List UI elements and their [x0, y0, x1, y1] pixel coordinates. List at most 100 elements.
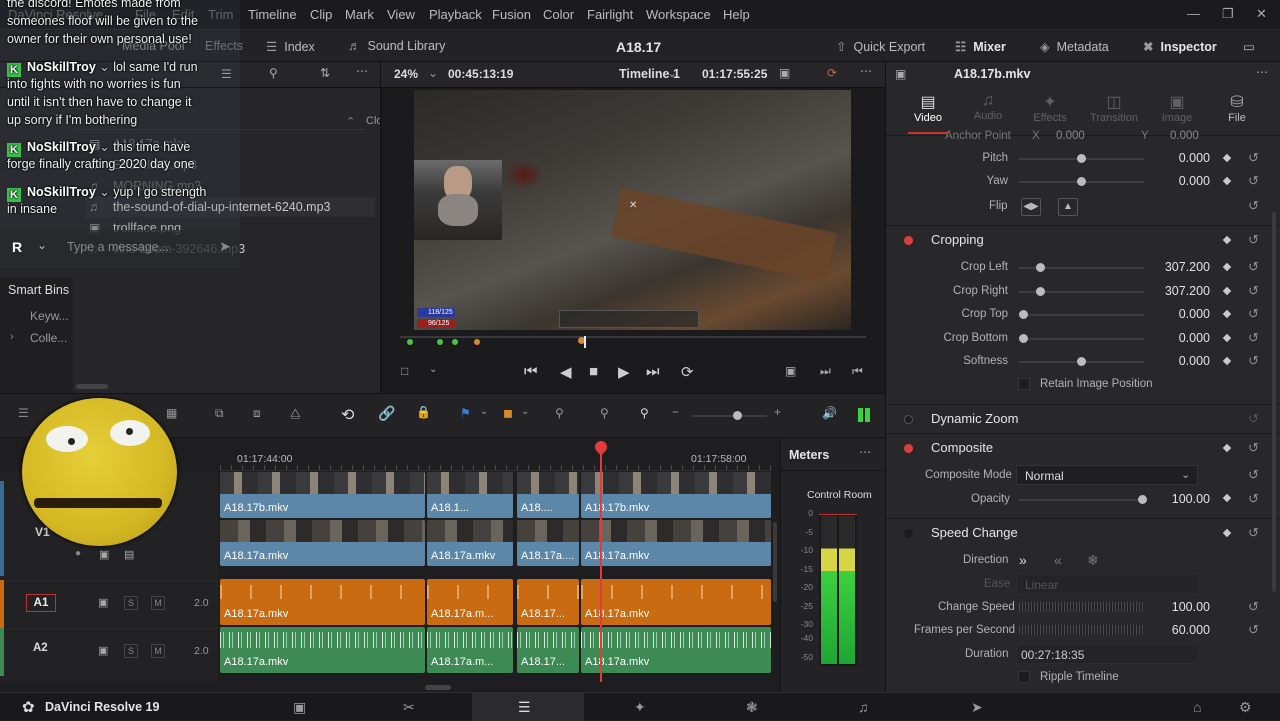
jump-start-icon[interactable]: ⏮: [524, 363, 538, 380]
home-icon[interactable]: ⌂: [1193, 699, 1201, 715]
fullscreen-icon[interactable]: ▭: [1243, 39, 1255, 54]
jump-end-icon[interactable]: ⏭: [646, 363, 660, 380]
flag-icon[interactable]: ⚑: [460, 406, 471, 420]
param-slider-knob[interactable]: [1077, 357, 1086, 366]
a1-clip[interactable]: A18.17...: [517, 579, 579, 625]
marker-icon[interactable]: ◼: [503, 406, 513, 420]
smart-bin-keywords[interactable]: Keyw...: [30, 309, 69, 323]
keyframe-icon[interactable]: [1222, 286, 1232, 295]
tab-audio[interactable]: ♫ Audio: [963, 92, 1013, 122]
change-speed-value[interactable]: 100.00: [1150, 600, 1210, 614]
v1-clip[interactable]: A18.17a.mkv: [581, 520, 771, 566]
v1-clip[interactable]: A18.17a....: [517, 520, 579, 566]
page-deliver-icon[interactable]: ➤: [971, 699, 983, 716]
speed-keyframe-icon[interactable]: [1222, 528, 1232, 538]
tab-file[interactable]: ⛁ File: [1212, 92, 1262, 124]
speed-change-enable-toggle[interactable]: [904, 529, 913, 538]
replace-clip-icon[interactable]: ⧈: [253, 406, 261, 421]
reset-icon[interactable]: ↺: [1248, 150, 1259, 166]
marker-green[interactable]: [407, 339, 413, 345]
reset-change-speed-icon[interactable]: ↺: [1248, 599, 1259, 615]
lock-icon[interactable]: 🔒: [416, 405, 431, 419]
param-value[interactable]: 307.200: [1150, 284, 1210, 298]
duration-field[interactable]: 00:27:18:35: [1016, 644, 1198, 664]
opacity-keyframe-icon[interactable]: [1222, 493, 1232, 503]
reset-opacity-icon[interactable]: ↺: [1248, 491, 1259, 507]
zoom-chevron-icon[interactable]: ⌄: [428, 66, 438, 80]
chat-username[interactable]: NoSkillTroy: [27, 140, 96, 154]
zoom-out-icon[interactable]: −: [672, 405, 679, 419]
overlay-chevron-icon[interactable]: ⌄: [429, 364, 437, 375]
a1-auto-select-icon[interactable]: ▣: [98, 596, 108, 609]
timeline-chevron-icon[interactable]: ⌄: [667, 66, 677, 80]
param-value[interactable]: 0.000: [1150, 354, 1210, 368]
page-fairlight-icon[interactable]: ♫: [858, 699, 869, 715]
timeline-ruler[interactable]: 01:17:44:00 01:17:58:00: [220, 439, 771, 471]
viewer-options-icon[interactable]: ⋯: [860, 64, 872, 78]
a1-clip[interactable]: A18.17a.mkv: [220, 579, 425, 625]
param-slider[interactable]: [1019, 310, 1144, 319]
a1-clip[interactable]: A18.17a.mkv: [581, 579, 771, 625]
fps-value[interactable]: 60.000: [1150, 623, 1210, 637]
anchor-x-value[interactable]: 0.000: [1056, 130, 1085, 142]
reverse-direction-icon[interactable]: «: [1054, 552, 1062, 568]
index-button[interactable]: ☰ Index: [266, 39, 315, 54]
minimize-icon[interactable]: —: [1187, 6, 1200, 21]
v1-clip[interactable]: A18.17a.mkv: [427, 520, 513, 566]
param-slider-knob[interactable]: [1036, 286, 1046, 296]
viewer-playhead[interactable]: [584, 336, 586, 348]
composite-mode-select[interactable]: Normal ⌄: [1016, 465, 1198, 485]
ease-select[interactable]: Linear: [1016, 574, 1198, 594]
timeline-hscroll-thumb[interactable]: [425, 685, 451, 690]
flip-vertical-icon[interactable]: ▲: [1058, 198, 1078, 216]
inspector-button[interactable]: ✖ Inspector: [1143, 39, 1217, 54]
scrollbar-thumb[interactable]: [76, 384, 108, 389]
zoom-detail-icon[interactable]: ⚲: [600, 406, 609, 420]
a2-clip[interactable]: A18.17a.mkv: [220, 627, 425, 673]
reset-flip-icon[interactable]: ↺: [1248, 198, 1259, 214]
keyframe-icon[interactable]: [1222, 176, 1232, 186]
zoom-in-icon[interactable]: +: [774, 405, 781, 419]
prev-edit-icon[interactable]: ⏮: [852, 364, 863, 379]
overwrite-clip-icon[interactable]: ⧉: [215, 406, 224, 421]
cropping-keyframe-icon[interactable]: [1222, 235, 1232, 245]
tab-image[interactable]: ▣ Image: [1152, 92, 1202, 124]
page-color-icon[interactable]: ❃: [746, 699, 758, 716]
param-value[interactable]: 307.200: [1150, 260, 1210, 274]
menu-mark[interactable]: Mark: [345, 7, 374, 22]
param-slider[interactable]: [1019, 263, 1144, 272]
expand-chevron-icon[interactable]: ›: [10, 331, 14, 343]
opacity-slider[interactable]: [1019, 495, 1147, 504]
page-edit-icon[interactable]: ☰: [518, 699, 531, 716]
next-edit-icon[interactable]: ⏭: [820, 364, 831, 379]
a1-mute-button[interactable]: M: [151, 596, 165, 610]
sync-icon[interactable]: ⟳: [827, 66, 837, 80]
v2-clip[interactable]: A18.1...: [427, 472, 513, 518]
forward-direction-icon[interactable]: »: [1019, 552, 1027, 568]
ripple-timeline-checkbox[interactable]: [1018, 671, 1030, 683]
zoom-custom-icon[interactable]: ⚲: [640, 406, 649, 420]
flip-horizontal-icon[interactable]: ◀▶: [1021, 198, 1041, 216]
composite-section-header[interactable]: Composite ↺: [886, 433, 1280, 461]
reset-composite-icon[interactable]: ↺: [1248, 440, 1259, 456]
param-slider[interactable]: [1019, 154, 1144, 163]
search-icon[interactable]: ⚲: [269, 66, 278, 80]
settings-gear-icon[interactable]: ⚙: [1239, 699, 1252, 716]
a1-clip[interactable]: A18.17a.m...: [427, 579, 513, 625]
layout-icon[interactable]: ☰: [18, 406, 29, 420]
meters-options-icon[interactable]: ⋯: [859, 445, 871, 459]
anchor-y-value[interactable]: 0.000: [1170, 130, 1199, 142]
page-fusion-icon[interactable]: ✦: [634, 699, 646, 716]
param-value[interactable]: 0.000: [1150, 174, 1210, 188]
composite-keyframe-icon[interactable]: [1222, 443, 1232, 453]
close-icon[interactable]: ✕: [1256, 6, 1267, 22]
param-slider-knob[interactable]: [1036, 263, 1046, 272]
composite-enable-toggle[interactable]: [904, 444, 913, 453]
cropping-enable-toggle[interactable]: [904, 236, 913, 245]
reset-speed-icon[interactable]: ↺: [1248, 525, 1259, 541]
speaker-icon[interactable]: 🔊: [822, 406, 837, 420]
link-icon[interactable]: 🔗: [378, 405, 395, 422]
reset-fps-icon[interactable]: ↺: [1248, 622, 1259, 638]
more-options-icon[interactable]: ⋯: [356, 64, 368, 78]
a2-mute-button[interactable]: M: [151, 644, 165, 658]
